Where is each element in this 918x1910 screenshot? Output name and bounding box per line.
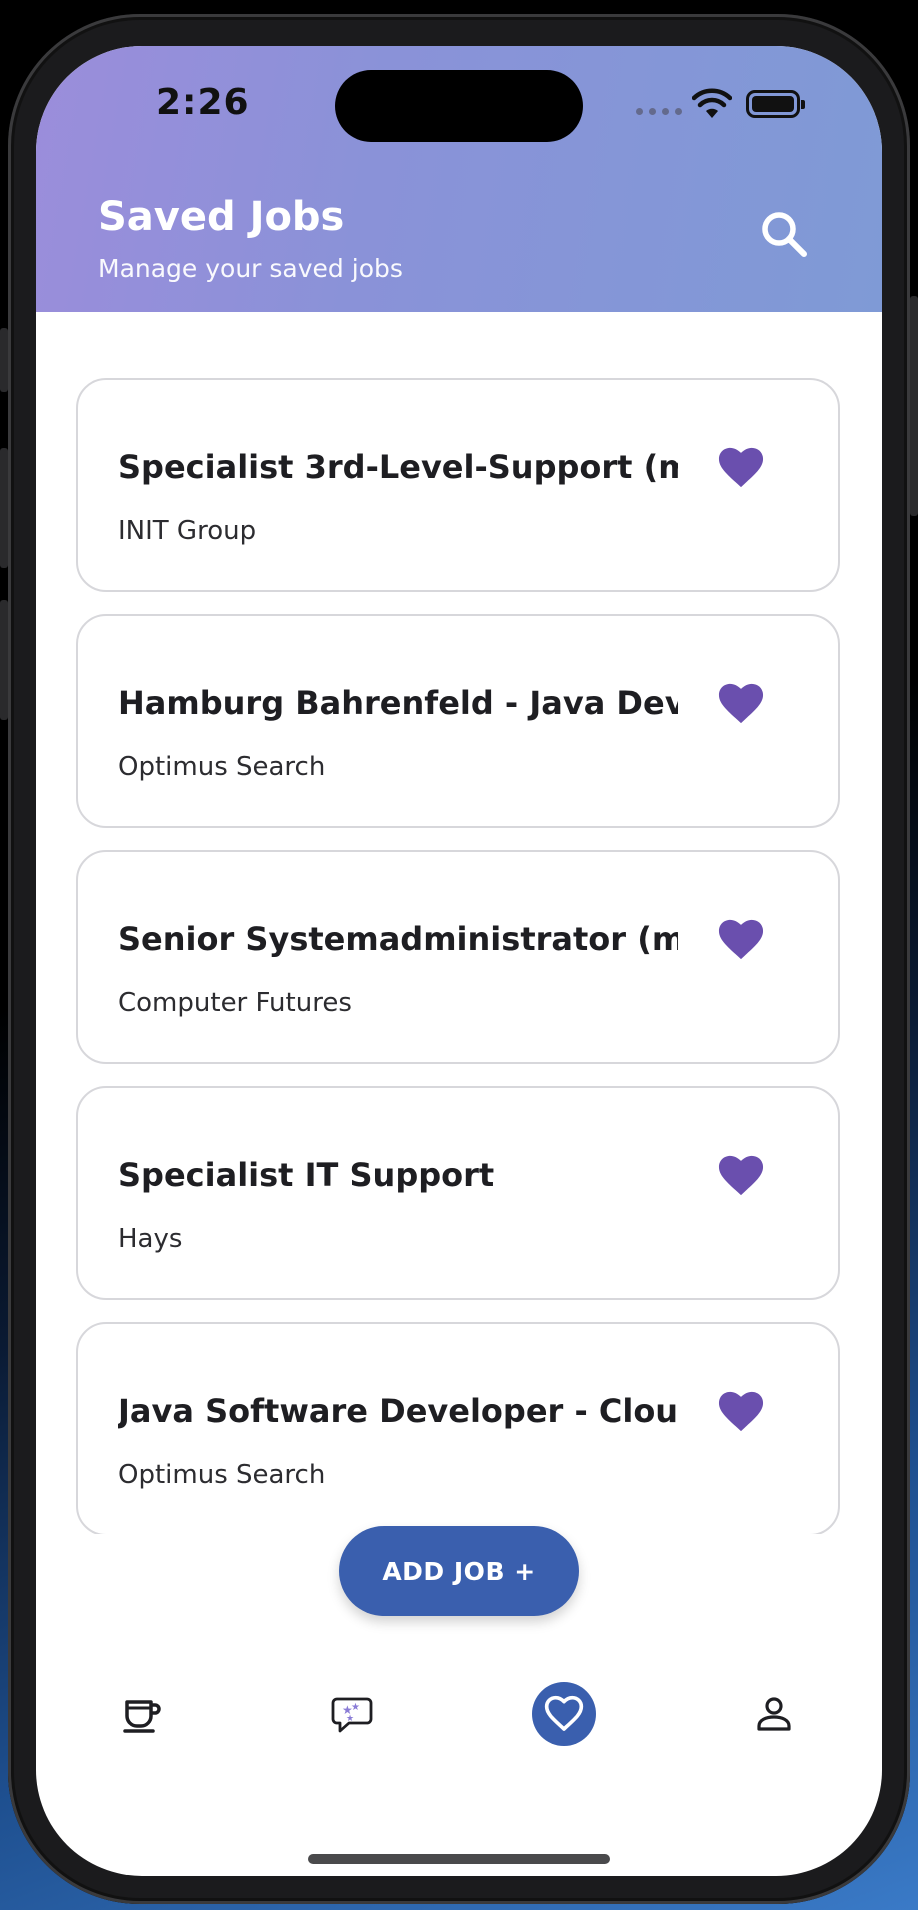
job-card[interactable]: Specialist IT Support Hays [76, 1086, 840, 1300]
svg-text:★: ★ [351, 1702, 360, 1713]
svg-text:★: ★ [346, 1714, 354, 1724]
heart-icon [544, 1695, 584, 1731]
job-company: INIT Group [118, 516, 257, 546]
header: 2:26 Saved Jobs Manage your saved jobs [36, 46, 882, 312]
nav-item-jobs[interactable] [110, 1682, 174, 1746]
phone-screen: 2:26 Saved Jobs Manage your saved jobs S… [36, 46, 882, 1876]
status-time: 2:26 [156, 82, 250, 123]
battery-icon [746, 90, 805, 118]
job-title: Hamburg Bahrenfeld - Java Dev... [118, 684, 678, 722]
saved-jobs-list[interactable]: Specialist 3rd-Level-Support (m... INIT … [36, 312, 882, 1534]
side-button [0, 328, 8, 392]
page-subtitle: Manage your saved jobs [98, 254, 403, 283]
heart-icon[interactable] [718, 918, 764, 962]
side-button [0, 600, 8, 720]
wifi-icon [692, 88, 732, 118]
side-button [910, 296, 918, 516]
side-button [0, 448, 8, 568]
person-icon [757, 1697, 791, 1731]
job-company: Optimus Search [118, 1460, 326, 1490]
search-icon [762, 212, 807, 257]
nav-item-profile[interactable] [742, 1682, 806, 1746]
dynamic-island [335, 70, 583, 142]
job-company: Computer Futures [118, 988, 352, 1018]
job-company: Optimus Search [118, 752, 326, 782]
job-title: Senior Systemadministrator (m/... [118, 920, 678, 958]
cup-icon [123, 1700, 161, 1733]
home-indicator[interactable] [308, 1854, 610, 1864]
page-title: Saved Jobs [98, 194, 345, 240]
job-company: Hays [118, 1224, 183, 1254]
job-card[interactable]: Java Software Developer - Clou... Optimu… [76, 1322, 840, 1534]
nav-item-chat[interactable]: ★ ★ ★ [320, 1682, 384, 1746]
job-title: Specialist IT Support [118, 1156, 495, 1194]
heart-icon[interactable] [718, 446, 764, 490]
chat-stars-icon: ★ ★ ★ [331, 1697, 373, 1733]
job-title: Java Software Developer - Clou... [118, 1392, 678, 1430]
cellular-signal-icon [636, 108, 682, 115]
job-title: Specialist 3rd-Level-Support (m... [118, 448, 678, 486]
job-card[interactable]: Specialist 3rd-Level-Support (m... INIT … [76, 378, 840, 592]
heart-icon[interactable] [718, 1154, 764, 1198]
job-card[interactable]: Senior Systemadministrator (m/... Comput… [76, 850, 840, 1064]
search-button[interactable] [756, 206, 812, 262]
job-card[interactable]: Hamburg Bahrenfeld - Java Dev... Optimus… [76, 614, 840, 828]
nav-item-saved[interactable] [532, 1682, 596, 1746]
heart-icon[interactable] [718, 682, 764, 726]
heart-icon[interactable] [718, 1390, 764, 1434]
add-job-button[interactable]: ADD JOB + [339, 1526, 579, 1616]
